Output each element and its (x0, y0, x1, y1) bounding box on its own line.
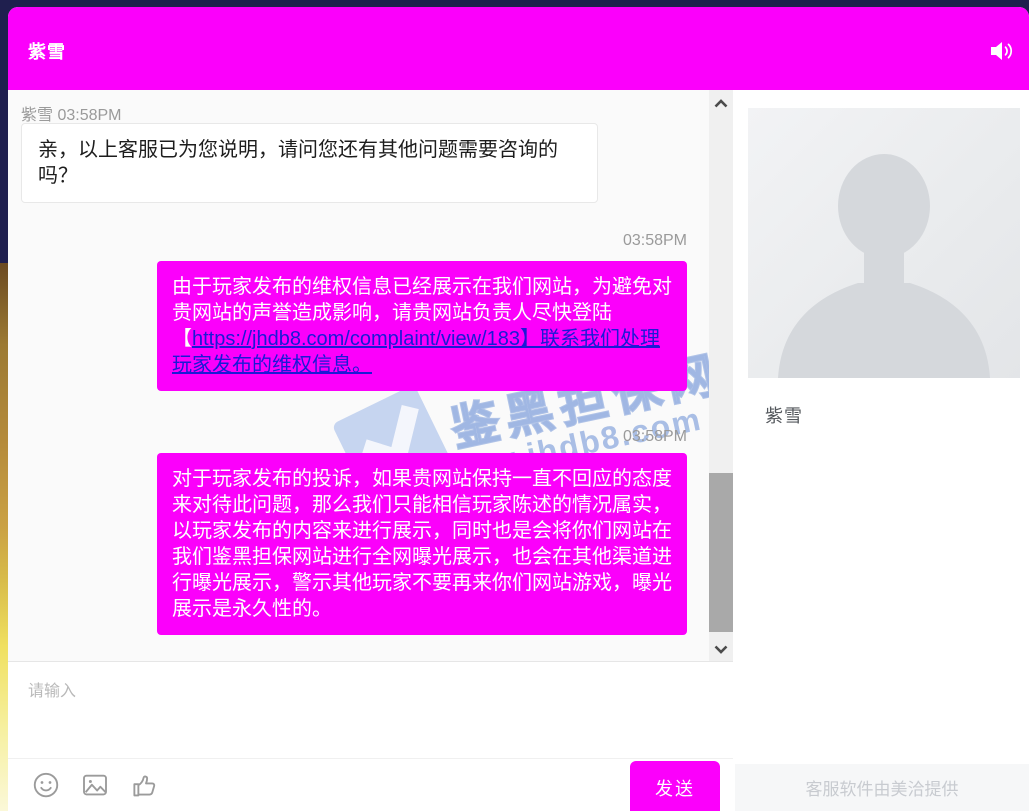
chat-widget: 紫雪 (8, 7, 1029, 811)
chat-scrollbar[interactable] (709, 90, 733, 662)
page-background: 紫雪 (0, 0, 1029, 811)
message-timestamp: 03:58PM (623, 428, 687, 446)
agent-message-bubble: 亲，以上客服已为您说明，请问您还有其他问题需要咨询的吗？ (21, 123, 598, 203)
visitor-message-bubble: 由于玩家发布的维权信息已经展示在我们网站，为避免对贵网站的声誉造成影响，请贵网站… (157, 261, 687, 391)
avatar (748, 108, 1020, 378)
agent-message-sender-label: 紫雪 03:58PM (21, 101, 122, 125)
complaint-link[interactable]: https://jhdb8.com/complaint/view/183】联系我… (172, 328, 660, 376)
thumbs-up-icon[interactable] (128, 770, 160, 802)
chat-column: 鉴黑担保网 www.jhdb8.com 紫雪 03:58PM 亲，以上客服已为您… (8, 90, 733, 811)
agent-title: 紫雪 (28, 38, 66, 64)
composer-area: 发送 (8, 662, 733, 811)
agent-name: 紫雪 (765, 402, 803, 428)
provider-footer: 客服软件由美洽提供 (735, 764, 1029, 811)
message-timestamp: 03:58PM (623, 232, 687, 250)
scroll-up-icon[interactable] (709, 92, 733, 114)
message-input[interactable] (8, 662, 733, 757)
composer-toolbar: 发送 (8, 758, 733, 811)
scrollbar-thumb[interactable] (709, 473, 733, 632)
send-button[interactable]: 发送 (630, 761, 720, 811)
chat-header: 紫雪 (8, 7, 1029, 90)
visitor-message-text: 对于玩家发布的投诉，如果贵网站保持一直不回应的态度来对待此问题，那么我们只能相信… (172, 468, 672, 620)
agent-sidebar: 紫雪 客服软件由美洽提供 (735, 90, 1029, 811)
scroll-down-icon[interactable] (709, 638, 733, 660)
visitor-message-bubble: 对于玩家发布的投诉，如果贵网站保持一直不回应的态度来对待此问题，那么我们只能相信… (157, 453, 687, 635)
emoji-icon[interactable] (30, 770, 62, 802)
message-area: 鉴黑担保网 www.jhdb8.com 紫雪 03:58PM 亲，以上客服已为您… (8, 90, 733, 662)
agent-message-text: 亲，以上客服已为您说明，请问您还有其他问题需要咨询的吗？ (38, 139, 558, 187)
speaker-icon[interactable] (987, 38, 1017, 64)
image-icon[interactable] (79, 770, 111, 802)
